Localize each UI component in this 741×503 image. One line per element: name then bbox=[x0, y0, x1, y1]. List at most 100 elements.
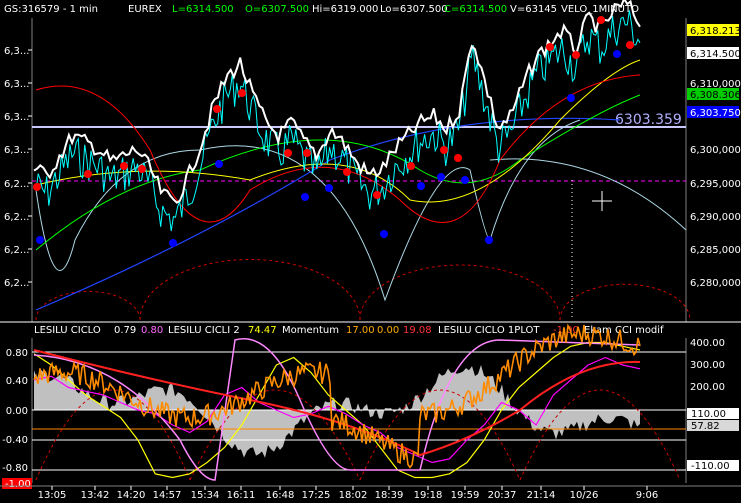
blue-signal-dot bbox=[437, 173, 445, 181]
header-low2: Lo=6307.500 bbox=[380, 4, 448, 15]
blue-signal-dot bbox=[36, 236, 44, 244]
x-tick-label: 19:18 bbox=[414, 490, 443, 501]
header-open: O=6307.500 bbox=[245, 4, 309, 15]
ind-right-tick-label: 300.00 bbox=[690, 360, 725, 371]
ind-y-tick-label: -0.40 bbox=[2, 435, 28, 446]
ind-value-1: 0.79 bbox=[114, 325, 136, 336]
red-signal-dot bbox=[626, 41, 634, 49]
x-tick-label: 18:02 bbox=[339, 490, 368, 501]
min-tag-text: -1.00 bbox=[5, 479, 31, 490]
header-exchange: EUREX bbox=[128, 4, 162, 15]
x-tick-label: 16:11 bbox=[227, 490, 256, 501]
red-signal-dot bbox=[373, 191, 381, 199]
ind-red-dashed-arc bbox=[519, 389, 681, 481]
level-label: 6303.359 bbox=[615, 112, 682, 128]
red-signal-dot bbox=[546, 43, 554, 51]
price-y-tick-label: 6,3... bbox=[4, 112, 29, 123]
ind-orange-line bbox=[33, 323, 641, 469]
red-signal-dot bbox=[238, 89, 246, 97]
x-tick-label: 13:05 bbox=[38, 490, 67, 501]
indicator-layer bbox=[32, 323, 686, 481]
blue-signal-dot bbox=[169, 239, 177, 247]
red-signal-dot bbox=[407, 162, 415, 170]
header-low: L=6314.500 bbox=[172, 4, 234, 15]
ind-y-ticks: 0.80 0.40 0.00 -0.40 -0.80 bbox=[2, 348, 28, 474]
ind-label-2: LESILU CICLI 2 bbox=[168, 325, 240, 336]
red-signal-dot bbox=[303, 149, 311, 157]
cci-histogram-area bbox=[34, 365, 640, 458]
blue-signal-dot bbox=[461, 176, 469, 184]
ind-y-tick-label: 0.40 bbox=[6, 376, 28, 387]
price-right-tick-label: 6,280,000 bbox=[690, 278, 741, 289]
ind-y-tick-label: 0.80 bbox=[6, 348, 28, 359]
ind-value-6: 19.08 bbox=[403, 325, 432, 336]
price-y-tick-label: 6,2... bbox=[4, 212, 29, 223]
price-right-tick-label: 6,285,000 bbox=[690, 245, 741, 256]
red-signal-dot bbox=[597, 16, 605, 24]
header-volume: V=63145 bbox=[510, 4, 557, 15]
price-y-tick-label: 6,3... bbox=[4, 79, 29, 90]
price-right-tick-label: 6,300,000 bbox=[690, 145, 741, 156]
x-tick-label: 15:34 bbox=[191, 490, 220, 501]
ind-right-tick-label: 400.00 bbox=[690, 338, 725, 349]
red-signal-dot bbox=[284, 149, 292, 157]
blue-signal-dot bbox=[567, 94, 575, 102]
header-study: VELO_1MINUTO bbox=[561, 4, 639, 15]
red-signal-dot bbox=[213, 105, 221, 113]
x-tick-label: 13:42 bbox=[81, 490, 110, 501]
cci-tag-1-text: 110.00 bbox=[691, 409, 726, 420]
x-tick-label: 18:39 bbox=[375, 490, 404, 501]
price-right-tick-label: 6,310,000 bbox=[690, 79, 741, 90]
red-signal-dot bbox=[572, 51, 580, 59]
blue-signal-dot bbox=[380, 230, 388, 238]
price-tag-blue-text: 6,303.750 bbox=[690, 108, 741, 119]
price-y-tick-label: 6,3... bbox=[4, 46, 29, 57]
chart-canvas: GS:316579 - 1 min EUREX L=6314.500 O=630… bbox=[0, 0, 741, 501]
price-right-tick-label: 6,290,000 bbox=[690, 212, 741, 223]
blue-signal-dot bbox=[613, 50, 621, 58]
blue-signal-dot bbox=[301, 193, 309, 201]
price-y-tick-label: 6,2... bbox=[4, 245, 29, 256]
price-tag-top-text: 6,318.213 bbox=[690, 26, 741, 37]
blue-signal-dot bbox=[325, 184, 333, 192]
blue-signal-dot bbox=[485, 236, 493, 244]
ind-label-3: Momentum bbox=[282, 325, 339, 336]
ind-value-3: 74.47 bbox=[248, 325, 277, 336]
red-signal-dot bbox=[454, 154, 462, 162]
ind-y-tick-label: -0.80 bbox=[2, 463, 28, 474]
price-tag-close-text: 6,314.500 bbox=[690, 49, 741, 60]
x-tick-label: 20:37 bbox=[488, 490, 517, 501]
price-y-tick-label: 6,3... bbox=[4, 145, 29, 156]
price-y-tick-label: 6,2... bbox=[4, 278, 29, 289]
ind-label-4: LESILU CICLO 1PLOT bbox=[438, 325, 540, 336]
ind-y-tick-label: 0.00 bbox=[6, 406, 28, 417]
x-tick-label: 10/26 bbox=[570, 490, 599, 501]
price-y-tick-label: 6,2... bbox=[4, 179, 29, 190]
header-high: Hi=6319.000 bbox=[312, 4, 378, 15]
ind-value-4: 17.00 bbox=[346, 325, 375, 336]
red-signal-dot bbox=[84, 170, 92, 178]
red-signal-dot bbox=[33, 183, 41, 191]
red-signal-dot bbox=[120, 162, 128, 170]
x-tick-label: 17:25 bbox=[302, 490, 331, 501]
x-tick-label: 9:06 bbox=[636, 490, 658, 501]
ind-value-5: 0.00 bbox=[377, 325, 399, 336]
red-signal-dot bbox=[343, 168, 351, 176]
ind-label-1: LESILU CICLO bbox=[34, 325, 101, 336]
cci-tag-3-text: -110.00 bbox=[691, 461, 730, 472]
x-tick-label: 16:48 bbox=[266, 490, 295, 501]
x-ticks: 13:05 13:42 14:20 14:57 15:34 16:11 16:48 17:25… bbox=[38, 486, 658, 501]
price-right-tick-label: 6,295,000 bbox=[690, 179, 741, 190]
blue-signal-dot bbox=[215, 160, 223, 168]
cci-tag-2-text: 57.82 bbox=[691, 421, 720, 432]
ind-right-tick-label: 200.00 bbox=[690, 382, 725, 393]
header-close: C=6314.500 bbox=[444, 4, 507, 15]
x-tick-label: 19:59 bbox=[451, 490, 480, 501]
red-signal-dot bbox=[440, 146, 448, 154]
header-symbol: GS:316579 - 1 min bbox=[4, 4, 98, 15]
ind-right-ticks: 400.00 300.00 200.00 bbox=[690, 338, 725, 393]
x-tick-label: 14:57 bbox=[153, 490, 182, 501]
x-tick-label: 21:14 bbox=[527, 490, 556, 501]
ind-value-2: 0.80 bbox=[141, 325, 163, 336]
price-tag-green-text: 6,308.306 bbox=[690, 90, 741, 101]
